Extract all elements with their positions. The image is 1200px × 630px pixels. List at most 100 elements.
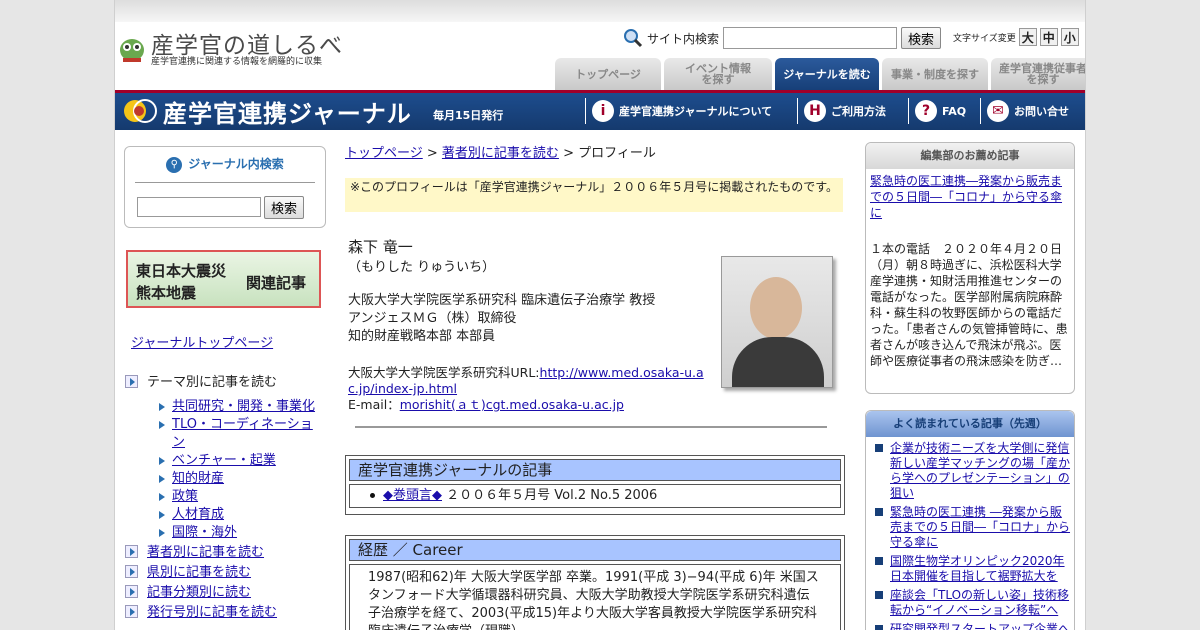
arrow-icon bbox=[125, 565, 138, 578]
main-tabs: トップページ イベント情報 を探す ジャーナルを読む 事業・制度を探す 産学官連… bbox=[555, 58, 1085, 90]
editor-recommend-title: 編集部のお薦め記事 bbox=[866, 143, 1074, 169]
nav-how-to-use[interactable]: H ご利用方法 bbox=[797, 98, 886, 124]
recommend-article-excerpt: １本の電話 ２０２０年４月２０日（月）朝８時過ぎに、浜松医科大学産学連携・知財活… bbox=[870, 242, 1068, 368]
nav-contact-label: お問い合せ bbox=[1014, 105, 1069, 118]
mail-icon: ✉ bbox=[987, 100, 1009, 122]
popular-articles-title: よく読まれている記事（先週） bbox=[866, 411, 1074, 437]
profile-photo bbox=[721, 256, 833, 388]
profile-affiliations: 大阪大学大学院医学系研究科 臨床遺伝子治療学 教授 アンジェスＭＧ（株）取締役 … bbox=[348, 292, 655, 346]
sidebar-item-issue[interactable]: 発行号別に記事を読む bbox=[125, 604, 325, 622]
sidebar-item-prefecture[interactable]: 県別に記事を読む bbox=[125, 564, 325, 582]
article-issue: ２００６年５月号 Vol.2 No.5 2006 bbox=[442, 488, 658, 503]
career-section: 経歴 ／ Career 1987(昭和62)年 大阪大学医学部 卒業。1991(… bbox=[345, 535, 845, 630]
help-h-icon: H bbox=[804, 100, 826, 122]
sidebar-item-theme: テーマ別に記事を読む bbox=[125, 374, 325, 392]
journal-search-title: ⚲ ジャーナル内検索 bbox=[125, 155, 325, 173]
popular-articles-box: よく読まれている記事（先週） 企業が技術ニーズを大学側に発信 新しい産学マッチン… bbox=[865, 410, 1075, 630]
url-label: 大阪大学大学院医学系研究科URL: bbox=[348, 365, 540, 380]
journal-search-box: ⚲ ジャーナル内検索 検索 bbox=[124, 146, 326, 228]
journal-title: 産学官連携ジャーナル bbox=[163, 100, 412, 128]
site-search-label: サイト内検索 bbox=[647, 31, 720, 46]
sidebar-item-author[interactable]: 著者別に記事を読む bbox=[125, 544, 325, 562]
info-icon: i bbox=[592, 100, 614, 122]
journal-search-input[interactable] bbox=[137, 197, 261, 217]
divider bbox=[135, 182, 315, 183]
arrow-icon bbox=[125, 605, 138, 618]
breadcrumb: トップページ > 著者別に記事を読む > プロフィール bbox=[345, 146, 656, 161]
font-size-large-button[interactable]: 大 bbox=[1018, 28, 1037, 46]
profile-name: 森下 竜一 bbox=[348, 238, 413, 256]
theme-item[interactable]: 国際・海外 bbox=[125, 524, 325, 542]
magnifier-icon: ⚲ bbox=[166, 156, 183, 173]
site-search-input[interactable] bbox=[723, 27, 898, 49]
journal-articles-section: 産学官連携ジャーナルの記事 ◆巻頭言◆ ２００６年５月号 Vol.2 No.5 … bbox=[345, 455, 845, 515]
tab-coordinators[interactable]: 産学官連携従事者 を探す bbox=[991, 58, 1085, 90]
font-size-small-button[interactable]: 小 bbox=[1060, 28, 1079, 46]
site-search-button[interactable]: 検索 bbox=[901, 27, 942, 49]
site-search: サイト内検索 検索 bbox=[623, 26, 942, 50]
nav-faq[interactable]: ? FAQ bbox=[908, 98, 966, 124]
editor-recommend-box: 編集部のお薦め記事 緊急時の医工連携―発案から販売までの５日間―「コロナ」から守… bbox=[865, 142, 1075, 394]
profile-notice: ※このプロフィールは「産学官連携ジャーナル」２００６年５月号に掲載されたものです… bbox=[345, 178, 843, 212]
journal-search-button[interactable]: 検索 bbox=[264, 196, 305, 219]
journal-logo-icon bbox=[124, 99, 157, 123]
article-link[interactable]: ◆巻頭言◆ bbox=[383, 488, 442, 503]
affiliation: 大阪大学大学院医学系研究科 臨床遺伝子治療学 教授 bbox=[348, 293, 656, 308]
email-label: E-mail： bbox=[348, 397, 400, 412]
nav-about-journal-label: 産学官連携ジャーナルについて bbox=[619, 105, 773, 118]
font-size-medium-button[interactable]: 中 bbox=[1039, 28, 1058, 46]
photo-face bbox=[750, 277, 802, 339]
sidebar-menu: テーマ別に記事を読む 共同研究・開発・事業化 TLO・コーディネーション ベンチ… bbox=[125, 374, 325, 622]
nav-how-to-use-label: ご利用方法 bbox=[831, 105, 886, 118]
font-size-switcher: 文字サイズ変更 大 中 小 bbox=[953, 28, 1079, 46]
quake-label-2: 熊本地震 bbox=[136, 284, 197, 302]
section-heading: 経歴 ／ Career bbox=[349, 539, 841, 561]
breadcrumb-current: プロフィール bbox=[578, 146, 656, 161]
tab-events[interactable]: イベント情報 を探す bbox=[664, 58, 772, 90]
earthquake-articles-banner[interactable]: 東日本大震災 熊本地震 関連記事 bbox=[126, 250, 321, 308]
top-strip bbox=[115, 0, 1085, 22]
tab-programs[interactable]: 事業・制度を探す bbox=[882, 58, 988, 90]
site-logo[interactable]: 産学官の道しるべ 産学官連携に関連する情報を網羅的に収集 bbox=[119, 28, 342, 68]
popular-article[interactable]: 座談会「TLOの新しい姿」技術移転から“イノベーション移転”へ bbox=[875, 588, 1072, 618]
recommend-article-link[interactable]: 緊急時の医工連携―発案から販売までの５日間―「コロナ」から守る傘に bbox=[870, 174, 1062, 220]
tab-journal[interactable]: ジャーナルを読む bbox=[775, 58, 879, 90]
nav-about-journal[interactable]: i 産学官連携ジャーナルについて bbox=[585, 98, 772, 124]
theme-item[interactable]: 政策 bbox=[125, 488, 325, 506]
popular-article[interactable]: 緊急時の医工連携 ―発案から販売までの５日間―「コロナ」から守る傘に bbox=[875, 505, 1072, 550]
photo-body bbox=[732, 337, 824, 387]
owl-logo-icon bbox=[120, 39, 144, 62]
question-icon: ? bbox=[915, 100, 937, 122]
popular-article[interactable]: 研究開発型スタートアップ企業への bbox=[875, 622, 1072, 630]
section-heading: 産学官連携ジャーナルの記事 bbox=[349, 459, 841, 481]
divider bbox=[355, 426, 827, 428]
theme-item[interactable]: ベンチャー・起業 bbox=[125, 452, 325, 470]
breadcrumb-top[interactable]: トップページ bbox=[345, 146, 423, 161]
journal-publish-note: 毎月15日発行 bbox=[433, 109, 504, 122]
theme-item[interactable]: 人材育成 bbox=[125, 506, 325, 524]
logo-subtitle: 産学官連携に関連する情報を網羅的に収集 bbox=[151, 57, 323, 67]
breadcrumb-author[interactable]: 著者別に記事を読む bbox=[442, 146, 559, 161]
font-size-label: 文字サイズ変更 bbox=[953, 33, 1016, 44]
journal-top-link[interactable]: ジャーナルトップページ bbox=[131, 332, 273, 351]
article-list: ◆巻頭言◆ ２００６年５月号 Vol.2 No.5 2006 bbox=[349, 484, 841, 508]
tab-top-page[interactable]: トップページ bbox=[555, 58, 661, 90]
arrow-icon bbox=[125, 545, 138, 558]
quake-label-related: 関連記事 bbox=[246, 274, 307, 292]
sidebar-item-category[interactable]: 記事分類別に読む bbox=[125, 584, 325, 602]
journal-banner: 産学官連携ジャーナル 毎月15日発行 i 産学官連携ジャーナルについて H ご利… bbox=[115, 90, 1085, 130]
nav-contact[interactable]: ✉ お問い合せ bbox=[980, 98, 1069, 124]
popular-article[interactable]: 企業が技術ニーズを大学側に発信 新しい産学マッチングの場「産から学へのプレゼンテ… bbox=[875, 441, 1072, 501]
career-text: 1987(昭和62)年 大阪大学医学部 卒業。1991(平成 3)−94(平成 … bbox=[349, 564, 841, 630]
affiliation: アンジェスＭＧ（株）取締役 bbox=[348, 311, 517, 326]
theme-item[interactable]: TLO・コーディネーション bbox=[125, 416, 325, 452]
popular-article[interactable]: 国際生物学オリンピック2020年日本開催を目指して裾野拡大を bbox=[875, 554, 1072, 584]
theme-item[interactable]: 共同研究・開発・事業化 bbox=[125, 398, 325, 416]
arrow-icon bbox=[125, 585, 138, 598]
profile-email-link[interactable]: morishit(ａｔ)cgt.med.osaka-u.ac.jp bbox=[400, 397, 624, 412]
theme-item[interactable]: 知的財産 bbox=[125, 470, 325, 488]
arrow-icon bbox=[125, 375, 138, 388]
profile-name-kana: （もりした りゅういち） bbox=[348, 260, 496, 275]
quake-label-1: 東日本大震災 bbox=[136, 262, 227, 280]
affiliation: 知的財産戦略本部 本部員 bbox=[348, 329, 496, 344]
